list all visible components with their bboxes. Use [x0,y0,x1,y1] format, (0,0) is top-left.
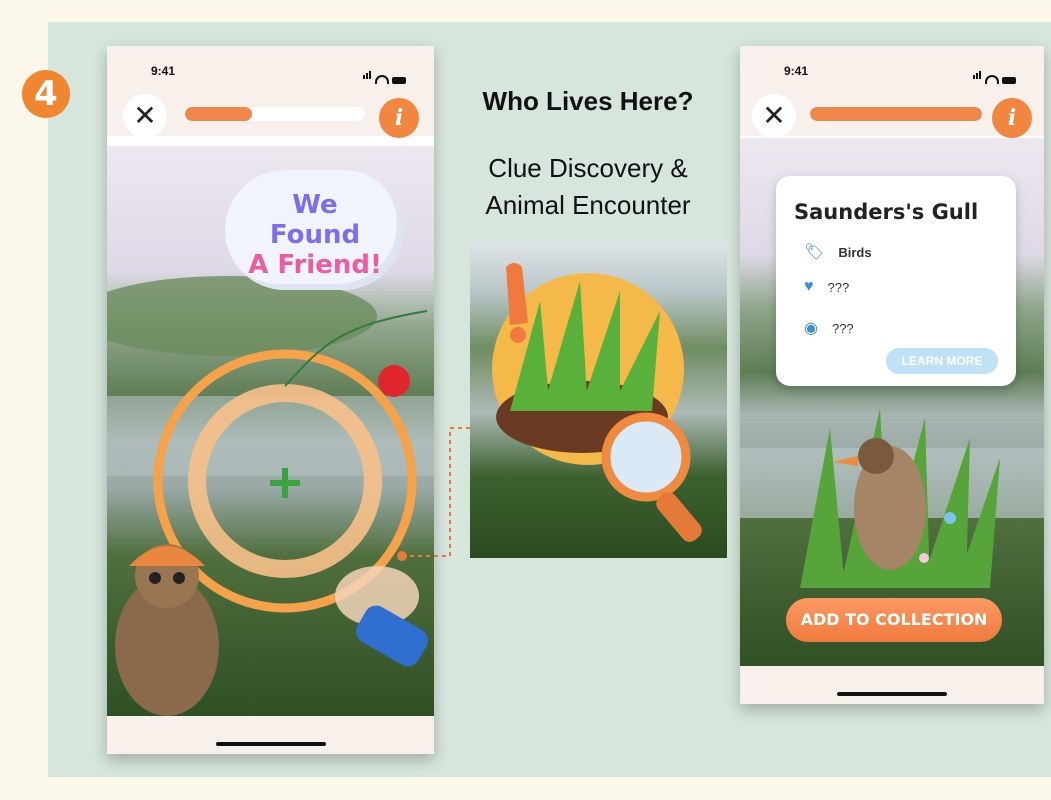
status-icons [363,66,406,84]
info-button[interactable]: i [992,98,1032,138]
subtitle-line-2: Animal Encounter [485,190,691,220]
bird-head [858,438,894,474]
habitat-value: ??? [827,279,850,295]
bottom-area [740,666,1044,704]
magnifier-handle [656,492,702,542]
section-subtitle: Clue Discovery & Animal Encounter [448,150,728,224]
speech-bubble: We Found A Friend! [225,170,403,290]
status-time: 9:41 [151,64,176,78]
info-button[interactable]: i [379,98,419,138]
habitat-row: ♥ ??? [804,278,849,296]
species-card: Saunders's Gull 🏷 Birds ♥ ??? ◉ ??? LEAR… [776,176,1016,386]
speech-text: We Found A Friend! [245,190,385,280]
progress-bar [185,107,365,121]
magnifier-icon [601,412,691,502]
species-name: Saunders's Gull [794,200,979,224]
progress-fill [810,107,982,121]
clue-illustration [492,263,702,542]
flower [919,553,929,563]
battery-icon [392,77,406,84]
learn-more-button[interactable]: LEARN MORE [886,348,998,374]
signal-icon [363,66,372,84]
category-label: Birds [838,244,872,260]
location-value: ??? [831,320,854,336]
wifi-icon [985,75,999,84]
location-row: ◉ ??? [804,318,854,338]
top-bar: 9:41 ✕ i [107,46,434,138]
close-button[interactable]: ✕ [752,94,796,138]
phone-screen-left: 9:41 ✕ i We Found A Friend! [107,46,434,754]
add-to-collection-button[interactable]: ADD TO COLLECTION [786,598,1002,642]
flower [944,512,956,524]
connector-dot [397,551,407,561]
wifi-icon [375,75,389,84]
otter-eye-right [173,572,185,584]
close-button[interactable]: ✕ [123,94,167,138]
step-number-badge: 4 [22,70,70,118]
top-bar: 9:41 ✕ i [740,46,1044,138]
location-pin-icon: ◉ [804,320,818,337]
target-dot[interactable] [378,365,410,397]
status-time: 9:41 [784,64,809,78]
exclamation-dot [510,327,526,343]
ar-scene: We Found A Friend! [107,146,434,716]
progress-fill [185,107,252,121]
dotted-line [402,427,474,557]
subtitle-line-1: Clue Discovery & [488,153,688,183]
category-row: 🏷 Birds [804,242,872,262]
bottom-area [107,716,434,754]
battery-icon [1002,77,1016,84]
status-icons [973,66,1016,84]
speech-line-1: We Found [269,190,361,250]
home-indicator[interactable] [215,742,326,746]
signal-icon [973,66,982,84]
section-title: Who Lives Here? [482,86,694,116]
otter-eye-left [149,572,161,584]
home-indicator[interactable] [837,692,947,696]
tag-icon: 🏷 [804,244,825,261]
explorer-hat [129,546,205,566]
phone-screen-right: 9:41 ✕ i Saunders's Gull 🏷 Birds ♥ ??? ◉… [740,46,1044,704]
speech-line-2: A Friend! [248,250,382,280]
progress-bar [810,107,982,121]
clue-closeup-image [470,241,727,558]
heart-icon: ♥ [804,278,814,295]
